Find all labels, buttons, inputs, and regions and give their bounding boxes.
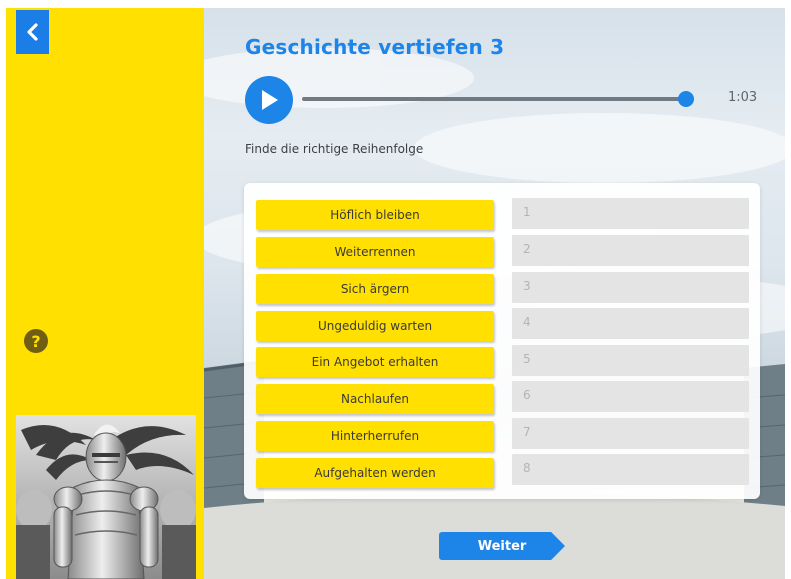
drop-slot[interactable]: 7 xyxy=(512,418,749,449)
page-title: Geschichte vertiefen 3 xyxy=(245,35,505,59)
audio-progress-track[interactable] xyxy=(302,97,694,101)
drop-slot[interactable]: 1 xyxy=(512,198,749,229)
slot-number: 2 xyxy=(523,242,531,256)
drop-slot[interactable]: 3 xyxy=(512,272,749,303)
play-icon xyxy=(262,90,278,110)
slot-number: 4 xyxy=(523,315,531,329)
sidebar: ? xyxy=(6,8,204,579)
drop-slot[interactable]: 5 xyxy=(512,345,749,376)
draggable-item[interactable]: Ein Angebot erhalten xyxy=(256,347,494,377)
task-instruction: Finde die richtige Reihenfolge xyxy=(245,142,424,156)
slot-number: 5 xyxy=(523,352,531,366)
knight-picture xyxy=(16,415,196,579)
draggable-item[interactable]: Sich ärgern xyxy=(256,274,494,304)
drop-slot[interactable]: 4 xyxy=(512,308,749,339)
play-button[interactable] xyxy=(245,76,293,124)
knight-illustration xyxy=(16,415,196,579)
slot-number: 6 xyxy=(523,388,531,402)
draggable-item[interactable]: Ungeduldig warten xyxy=(256,311,494,341)
question-mark-icon: ? xyxy=(31,331,41,351)
app-window: ? Geschichte vertiefen 3 1:03 Finde die … xyxy=(6,8,785,579)
audio-duration: 1:03 xyxy=(728,90,758,105)
drop-slot[interactable]: 6 xyxy=(512,381,749,412)
draggable-item[interactable]: Aufgehalten werden xyxy=(256,458,494,488)
ordering-panel: Höflich bleiben Weiterrennen Sich ärgern… xyxy=(244,183,760,499)
draggable-item[interactable]: Hinterherrufen xyxy=(256,421,494,451)
drop-slot[interactable]: 2 xyxy=(512,235,749,266)
slot-number: 1 xyxy=(523,205,531,219)
help-button[interactable]: ? xyxy=(24,329,48,353)
draggable-item[interactable]: Weiterrennen xyxy=(256,237,494,267)
back-button[interactable] xyxy=(16,10,49,54)
next-button[interactable]: Weiter xyxy=(439,532,565,560)
drop-slot[interactable]: 8 xyxy=(512,454,749,485)
slot-number: 3 xyxy=(523,279,531,293)
draggable-item[interactable]: Nachlaufen xyxy=(256,384,494,414)
main-content: Geschichte vertiefen 3 1:03 Finde die ri… xyxy=(204,8,785,579)
slot-number: 7 xyxy=(523,425,531,439)
chevron-left-icon xyxy=(26,23,38,41)
slot-number: 8 xyxy=(523,461,531,475)
draggable-item[interactable]: Höflich bleiben xyxy=(256,200,494,230)
